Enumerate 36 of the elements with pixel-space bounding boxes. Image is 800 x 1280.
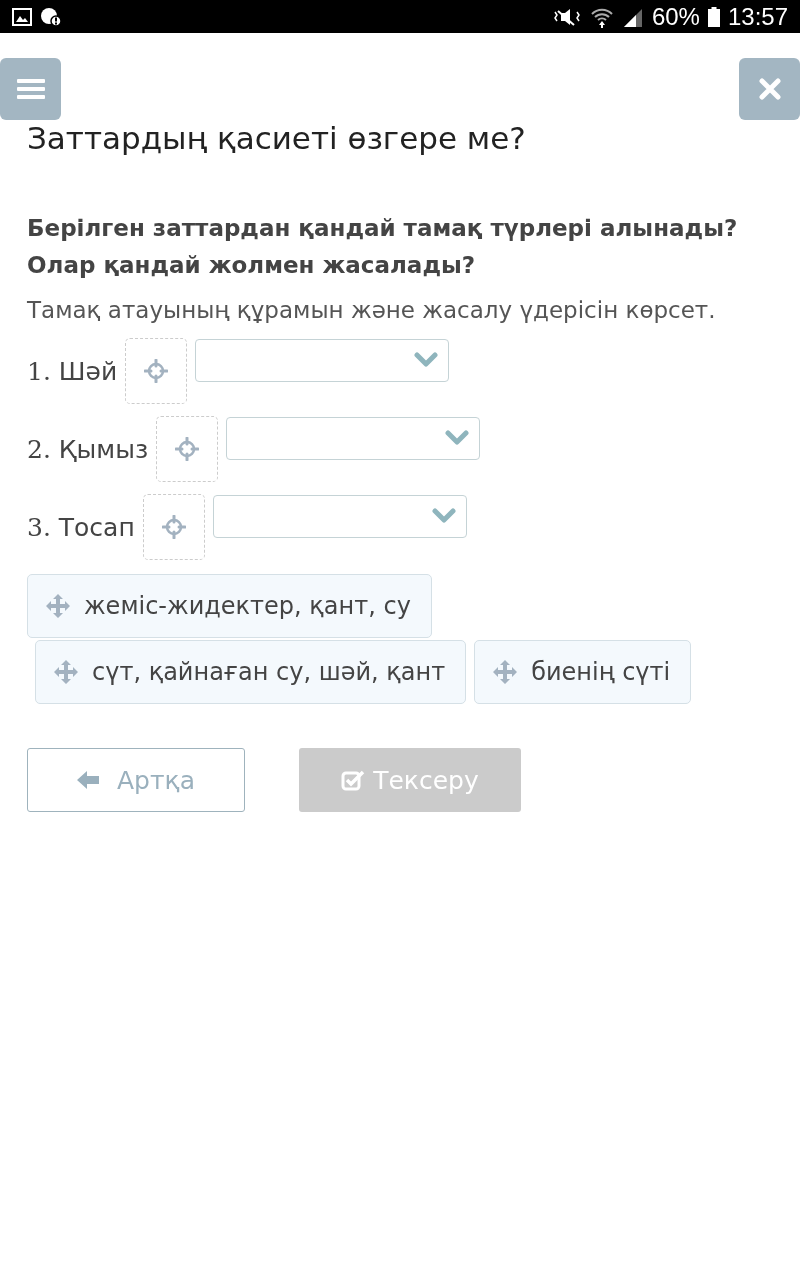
drop-zone[interactable] [125, 338, 188, 404]
clock: 13:57 [727, 2, 788, 31]
dropdown[interactable] [226, 416, 481, 460]
answer-chip[interactable]: сүт, қайнаған су, шәй, қант [35, 640, 467, 704]
dropdown[interactable] [212, 494, 467, 538]
battery-percent: 60% [651, 2, 700, 31]
drop-zone[interactable] [156, 416, 219, 482]
battery-icon [707, 6, 720, 27]
chevron-down-icon [445, 430, 470, 446]
chevron-down-icon [431, 508, 456, 524]
target-icon [144, 359, 169, 383]
menu-icon [16, 77, 45, 101]
close-icon [758, 78, 781, 100]
move-icon [52, 658, 80, 686]
close-button[interactable] [739, 58, 800, 120]
checkbox-icon [341, 769, 366, 791]
answer-chip[interactable]: жеміс-жидектер, қант, су [27, 574, 432, 638]
target-icon [161, 515, 186, 539]
answer-chip[interactable]: биенің сүті [474, 640, 692, 704]
question-text: Берілген заттардан қандай тамақ түрлері алынады? Олар қандай жолмен жасалады? [27, 214, 739, 280]
drop-zone[interactable] [142, 494, 205, 560]
item-label: 3. Тосап [27, 512, 135, 542]
item-label: 2. Қымыз [27, 434, 149, 464]
page-title: Заттардың қасиеті өзгере ме? [27, 119, 527, 158]
move-icon [491, 658, 520, 686]
move-icon [44, 592, 72, 620]
image-icon [12, 7, 32, 26]
alert-icon [40, 6, 62, 27]
target-icon [175, 437, 200, 461]
item-label: 1. Шәй [27, 356, 118, 386]
instruction-text: Тамақ атауының құрамын және жасалу үдерісін көрсет. [27, 296, 717, 325]
arrow-left-icon [77, 770, 99, 790]
menu-button[interactable] [0, 58, 61, 120]
mute-icon [551, 6, 582, 27]
dropdown[interactable] [195, 338, 450, 382]
chevron-down-icon [414, 352, 439, 368]
